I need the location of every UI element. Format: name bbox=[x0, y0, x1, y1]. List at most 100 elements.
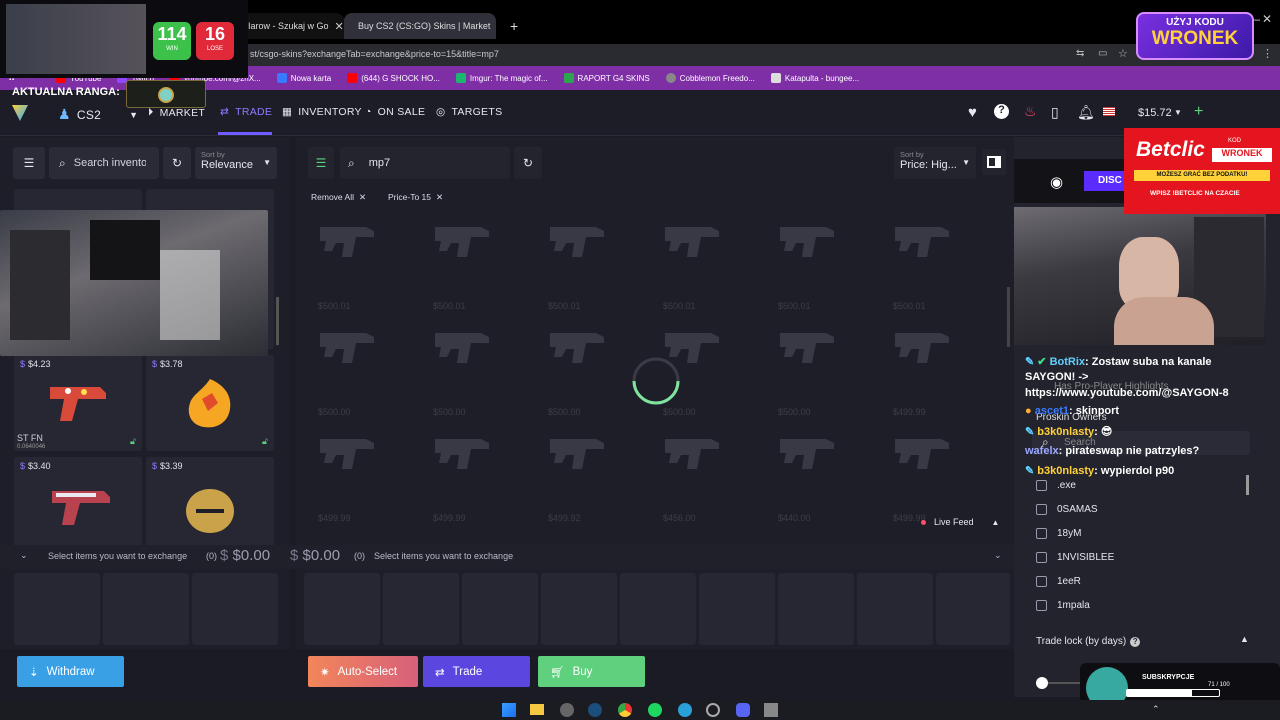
spotify-icon[interactable] bbox=[648, 703, 662, 717]
bookmark-new-tab[interactable]: Nowa karta bbox=[269, 73, 339, 83]
cast-icon[interactable]: ▭ bbox=[1098, 48, 1107, 59]
url-text[interactable]: st/csgo-skins?exchangeTab=exchange&price… bbox=[250, 49, 499, 59]
chip-remove-all[interactable]: Remove All ✕ bbox=[311, 190, 366, 204]
trade-button[interactable]: ⇄ Trade bbox=[423, 656, 530, 687]
slider-handle-min[interactable] bbox=[1036, 677, 1048, 689]
live-feed-toggle[interactable]: Live Feed ▲ bbox=[921, 517, 999, 527]
heart-icon[interactable]: ♥ bbox=[968, 104, 977, 121]
trade-slot[interactable] bbox=[462, 573, 538, 645]
help-icon[interactable]: ? bbox=[994, 104, 1009, 119]
new-tab-button[interactable]: + bbox=[502, 13, 522, 39]
checkbox[interactable] bbox=[1036, 576, 1047, 587]
bell-icon[interactable]: 🔔︎ bbox=[1077, 104, 1095, 121]
bookmark-gshock[interactable]: (644) G SHOCK HO... bbox=[339, 73, 448, 83]
sort-select[interactable]: Sort by Relevance ▼ bbox=[195, 147, 277, 179]
site-logo-icon[interactable] bbox=[12, 105, 28, 121]
close-window-icon[interactable]: ✕ bbox=[1262, 12, 1272, 26]
bookmark-cobblemon[interactable]: Cobblemon Freedo... bbox=[658, 73, 763, 83]
owner-checkbox-row[interactable]: 1eeR bbox=[1036, 576, 1081, 587]
chip-price-to[interactable]: Price-To 15 ✕ bbox=[388, 190, 443, 204]
item-card[interactable]: $ $4.23 ST FN 0.0640046 🔓︎ bbox=[14, 355, 142, 451]
chevron-down-icon[interactable]: ▼ bbox=[1174, 108, 1182, 117]
mod-badge-icon: ✎ bbox=[1025, 426, 1035, 438]
chevron-up-icon[interactable]: ▲ bbox=[1240, 634, 1249, 644]
trade-slot[interactable] bbox=[778, 573, 854, 645]
nav-on-sale[interactable]: ◔ ON SALE bbox=[365, 106, 425, 118]
chevron-down-icon[interactable]: ⌄ bbox=[994, 550, 1002, 561]
file-explorer-icon[interactable] bbox=[530, 704, 544, 715]
trade-slot[interactable] bbox=[699, 573, 775, 645]
filter-button[interactable]: ☰ bbox=[308, 147, 334, 179]
nav-trade[interactable]: ⇄ TRADE bbox=[220, 106, 272, 118]
checkbox[interactable] bbox=[1036, 600, 1047, 611]
refresh-button[interactable]: ↻ bbox=[163, 147, 191, 179]
bookmark-katapulta[interactable]: Katapulta - bungee... bbox=[763, 73, 867, 83]
chrome-icon[interactable] bbox=[618, 703, 632, 717]
browser-tab-active[interactable]: Buy CS2 (CS:GO) Skins | Market ✕ bbox=[344, 13, 496, 39]
nav-targets[interactable]: ◎ TARGETS bbox=[436, 106, 502, 118]
checkbox[interactable] bbox=[1036, 552, 1047, 563]
auto-select-button[interactable]: ✷ Auto-Select bbox=[308, 656, 418, 687]
inventory-scrollbar[interactable] bbox=[276, 297, 279, 345]
owner-checkbox-row[interactable]: 0SAMAS bbox=[1036, 504, 1098, 515]
menu-dots-icon[interactable]: ⋮ bbox=[1262, 47, 1273, 60]
bookmark-imgur[interactable]: Imgur: The magic of... bbox=[448, 73, 556, 83]
close-icon[interactable]: ✕ bbox=[335, 20, 344, 33]
market-search-field[interactable]: ⌕ mp7 bbox=[340, 147, 510, 179]
app-icon[interactable] bbox=[706, 703, 720, 717]
close-icon[interactable]: ✕ bbox=[359, 192, 366, 203]
trade-slot[interactable] bbox=[192, 573, 278, 645]
market-sort-select[interactable]: Sort by Price: Hig... ▼ bbox=[894, 147, 976, 179]
refresh-button[interactable]: ↻ bbox=[514, 147, 542, 179]
buy-button[interactable]: 🛒︎ Buy bbox=[538, 656, 645, 687]
layout-toggle-button[interactable] bbox=[982, 149, 1006, 175]
checkbox[interactable] bbox=[1036, 504, 1047, 515]
trade-lock-section[interactable]: Trade lock (by days) ? bbox=[1036, 636, 1141, 647]
checkbox[interactable] bbox=[1036, 480, 1047, 491]
trade-slot[interactable] bbox=[541, 573, 617, 645]
owner-name: 18yM bbox=[1057, 528, 1082, 539]
trade-slot[interactable] bbox=[103, 573, 189, 645]
chevron-down-icon[interactable]: ⌄ bbox=[20, 550, 28, 561]
app-icon[interactable] bbox=[560, 703, 574, 717]
phone-icon[interactable]: ▯ bbox=[1051, 104, 1059, 121]
withdraw-button[interactable]: ⇣ Withdraw bbox=[17, 656, 124, 687]
bookmark-raport[interactable]: RAPORT G4 SKINS bbox=[556, 73, 658, 83]
item-card[interactable]: $ $3.40 bbox=[14, 457, 142, 553]
trade-slot[interactable] bbox=[620, 573, 696, 645]
fire-icon[interactable]: ♨ bbox=[1024, 103, 1037, 120]
trade-slot[interactable] bbox=[857, 573, 933, 645]
market-scrollbar[interactable] bbox=[1007, 287, 1010, 347]
edge-icon[interactable] bbox=[678, 703, 692, 717]
owner-scrollbar[interactable] bbox=[1246, 475, 1249, 495]
owner-checkbox-row[interactable]: .exe bbox=[1036, 480, 1076, 491]
checkbox[interactable] bbox=[1036, 528, 1047, 539]
balance-amount[interactable]: $15.72 bbox=[1138, 107, 1172, 119]
item-card[interactable]: $ $3.78 🔓︎ bbox=[146, 355, 274, 451]
item-card[interactable]: $ $3.39 bbox=[146, 457, 274, 553]
search-inventory-field[interactable]: ⌕ Search inventory bbox=[49, 147, 159, 179]
webcam-monitor bbox=[90, 220, 160, 280]
trade-slot[interactable] bbox=[14, 573, 100, 645]
nav-inventory[interactable]: ▦ INVENTORY bbox=[282, 106, 362, 118]
trade-slot[interactable] bbox=[304, 573, 380, 645]
owner-checkbox-row[interactable]: 18yM bbox=[1036, 528, 1081, 539]
discord-icon[interactable] bbox=[736, 703, 750, 717]
market-search-value[interactable]: mp7 bbox=[369, 157, 390, 169]
app-icon[interactable] bbox=[764, 703, 778, 717]
trade-slot[interactable] bbox=[936, 573, 1010, 645]
browser-tab[interactable]: Iarow - Szukaj w Go ✕ bbox=[240, 13, 344, 39]
translate-icon[interactable]: ⇆ bbox=[1076, 48, 1084, 59]
trade-slot[interactable] bbox=[383, 573, 459, 645]
game-selector[interactable]: ♟ CS2 ▼ bbox=[58, 106, 138, 123]
us-flag-icon[interactable] bbox=[1103, 107, 1115, 116]
steam-icon[interactable] bbox=[588, 703, 602, 717]
close-icon[interactable]: ✕ bbox=[436, 192, 443, 203]
filter-button[interactable]: ☰ bbox=[13, 147, 45, 179]
owner-checkbox-row[interactable]: 1NVISIBLEE bbox=[1036, 552, 1114, 563]
owner-checkbox-row[interactable]: 1mpala bbox=[1036, 600, 1090, 611]
star-icon[interactable]: ☆ bbox=[1118, 47, 1128, 60]
add-funds-icon[interactable]: + bbox=[1194, 103, 1203, 121]
start-icon[interactable] bbox=[502, 703, 516, 717]
chevron-up-icon[interactable]: ⌃ bbox=[1152, 704, 1160, 715]
